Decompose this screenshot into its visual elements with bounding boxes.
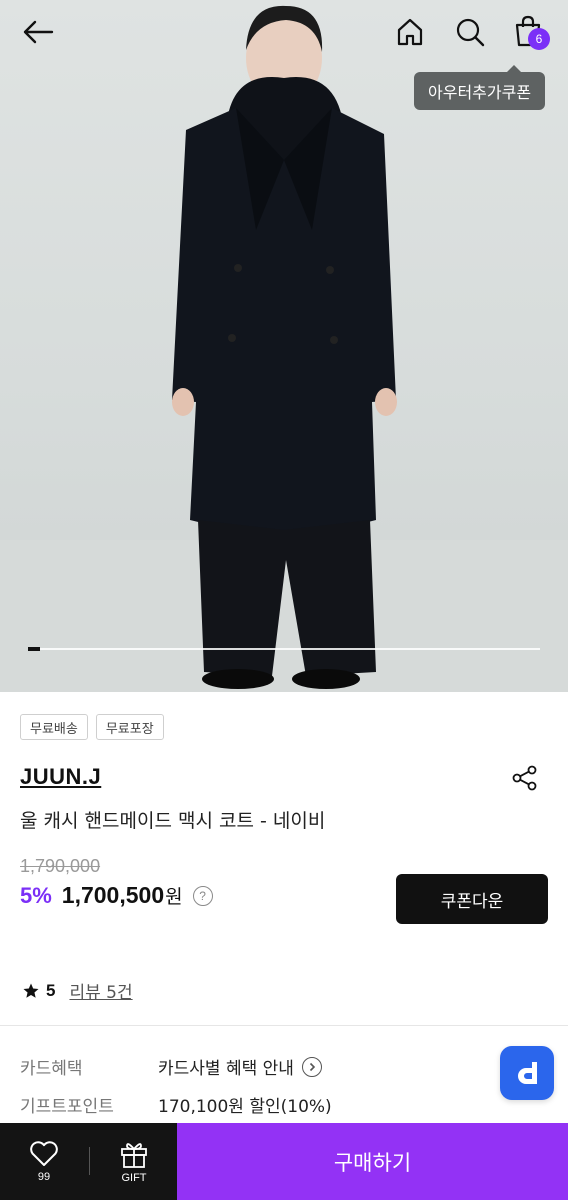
cart-count-badge: 6	[528, 28, 550, 50]
chevron-right-icon	[301, 1056, 322, 1077]
outer-coupon-tooltip[interactable]: 아우터추가쿠폰	[414, 65, 546, 110]
bar-separator	[89, 1147, 90, 1175]
back-button[interactable]	[14, 12, 62, 52]
rating-summary: 5 리뷰 5건	[22, 978, 133, 1003]
benefit-label: 기프트포인트	[20, 1097, 114, 1117]
buy-button[interactable]: 구매하기	[177, 1123, 568, 1200]
product-image-gallery[interactable]: 6 아우터추가쿠폰	[0, 0, 568, 692]
original-price: 1,790,000	[20, 856, 101, 876]
discount-rate: 5%	[20, 882, 52, 908]
sale-price: 1,700,500	[61, 882, 165, 908]
gallery-progress-indicator	[28, 647, 40, 651]
d-logo-icon	[518, 1062, 537, 1084]
card-benefit-row[interactable]: 카드혜택 카드사별 혜택 안내	[20, 1054, 322, 1079]
currency-unit: 원	[165, 886, 183, 908]
star-icon	[23, 983, 39, 998]
product-title: 울 캐시 핸드메이드 맥시 코트 - 네이비	[20, 810, 326, 832]
search-button[interactable]	[448, 12, 492, 52]
bottom-action-bar: 99 GIFT 구매하기	[0, 1123, 568, 1200]
brand-link[interactable]: JUUN.J	[20, 764, 101, 790]
gift-button[interactable]: GIFT	[92, 1123, 176, 1200]
price-help-icon[interactable]: ?	[192, 885, 213, 906]
floating-d-button[interactable]	[500, 1046, 554, 1100]
search-icon	[456, 18, 485, 47]
cart-button[interactable]: 6	[508, 10, 556, 52]
home-button[interactable]	[388, 12, 432, 52]
sale-price-row: 5% 1,700,500 원 ?	[20, 882, 213, 909]
section-divider	[0, 1025, 568, 1026]
back-arrow-icon	[23, 20, 54, 44]
wishlist-count: 99	[37, 1170, 51, 1183]
gift-icon	[121, 1142, 147, 1168]
benefit-label: 카드혜택	[20, 1059, 83, 1079]
heart-icon	[30, 1140, 58, 1166]
free-shipping-tag: 무료배송	[20, 714, 88, 740]
share-button[interactable]	[508, 762, 542, 794]
review-count-link[interactable]: 리뷰 5건	[69, 978, 132, 1003]
gift-point-value: 170,100원 할인(10%)	[158, 1097, 332, 1117]
coupon-download-button[interactable]: 쿠폰다운	[396, 874, 548, 924]
free-wrapping-tag: 무료포장	[95, 714, 164, 740]
gallery-progress-track	[28, 648, 540, 650]
wishlist-button[interactable]: 99	[0, 1123, 88, 1200]
gift-label: GIFT	[121, 1171, 147, 1184]
rating-score: 5	[46, 980, 56, 1000]
shipping-tags: 무료배송 무료포장	[20, 714, 164, 740]
home-icon	[397, 18, 423, 46]
benefit-value-wrap: 카드사별 혜택 안내	[158, 1054, 322, 1079]
share-icon	[512, 765, 537, 791]
gift-point-row: 기프트포인트 170,100원 할인(10%)	[20, 1092, 332, 1117]
card-benefit-value: 카드사별 혜택 안내	[158, 1059, 294, 1079]
